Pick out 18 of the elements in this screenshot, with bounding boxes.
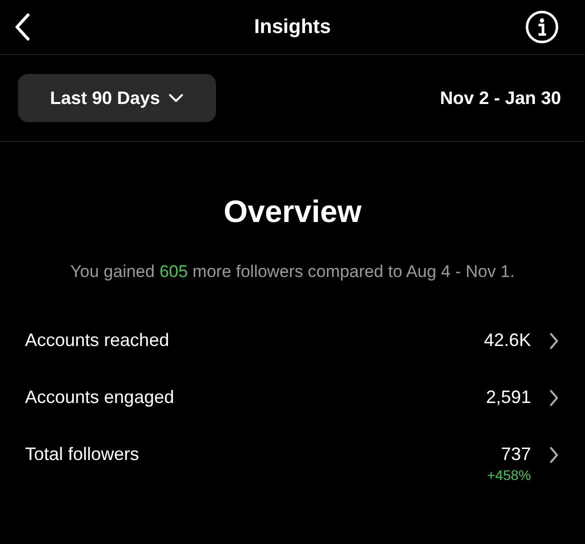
- metric-label: Accounts reached: [25, 330, 170, 351]
- chevron-right-icon[interactable]: [549, 446, 559, 464]
- date-range-dropdown[interactable]: Last 90 Days: [18, 74, 216, 122]
- page-title: Insights: [254, 16, 331, 38]
- back-icon[interactable]: [14, 13, 30, 41]
- overview-summary: You gained 605 more followers compared to Aug 4 - Nov 1.: [69, 261, 516, 283]
- metric-label: Accounts engaged: [25, 387, 174, 408]
- metric-value: 737: [500, 444, 531, 465]
- chevron-down-icon: [168, 93, 184, 103]
- chevron-right-icon[interactable]: [549, 332, 559, 350]
- metric-label: Total followers: [25, 444, 140, 465]
- info-icon[interactable]: [525, 10, 559, 44]
- date-range-text: Nov 2 - Jan 30: [440, 88, 561, 108]
- metric-value: 42.6K: [484, 330, 531, 351]
- metric-value: 2,591: [486, 387, 531, 408]
- chevron-right-icon[interactable]: [549, 389, 559, 407]
- metric-change: +458%: [487, 467, 531, 483]
- overview-heading: Overview: [224, 194, 362, 230]
